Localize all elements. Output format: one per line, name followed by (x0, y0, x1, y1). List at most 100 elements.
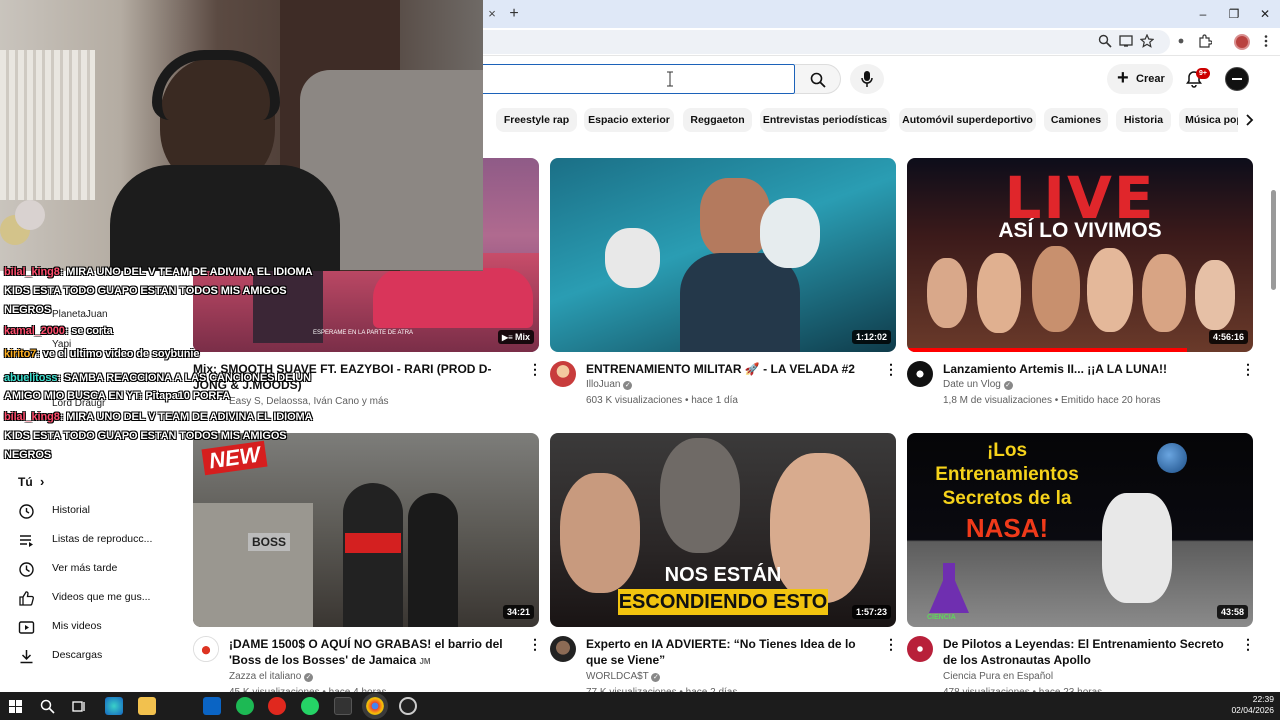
chip-entrevistas[interactable]: Entrevistas periodísticas (760, 108, 890, 132)
channel-avatar[interactable] (550, 361, 576, 387)
text-cursor-icon (667, 71, 673, 87)
chip-reggaeton[interactable]: Reggaeton (683, 108, 752, 132)
sidebar-item-playlists[interactable]: Listas de reproducc... (0, 526, 190, 555)
chat-message: bilal_king8: MIRA UNO DEL V TEAM DE ADIV… (4, 266, 313, 278)
my-videos-icon (18, 619, 35, 636)
flask-icon (929, 563, 969, 613)
address-bar[interactable] (470, 30, 1170, 54)
video-channel[interactable]: Zazza el italiano ✓ (229, 669, 314, 685)
mix-badge: ▶≡ Mix (497, 330, 534, 344)
sidebar-item-label: Listas de reproducc... (52, 533, 153, 545)
video-menu-icon[interactable]: ⋮ (884, 636, 898, 653)
edge-icon[interactable] (105, 697, 123, 715)
chip-historia[interactable]: Historia (1116, 108, 1171, 132)
close-tab-icon[interactable]: × (484, 6, 500, 22)
video-menu-icon[interactable]: ⋮ (884, 361, 898, 378)
chevron-right-icon[interactable] (1238, 108, 1260, 132)
bookmark-star-icon[interactable] (1139, 33, 1155, 50)
video-channel[interactable]: WORLDCA$T ✓ (586, 669, 661, 685)
taskbar-clock[interactable]: 22:39 02/04/2026 (1222, 694, 1274, 716)
video-channel[interactable]: Date un Vlog ✓ (943, 377, 1013, 393)
video-menu-icon[interactable]: ⋮ (528, 361, 542, 378)
taskbar-search-icon[interactable] (40, 699, 55, 719)
zoom-icon[interactable] (1097, 34, 1113, 50)
browser-profile-avatar[interactable] (1234, 34, 1250, 50)
channel-avatar[interactable] (907, 361, 933, 387)
microphone-icon (860, 70, 874, 93)
thumbnail-small-label: CIENCIA (927, 614, 956, 621)
sidebar-item-liked[interactable]: Videos que me gus... (0, 584, 190, 613)
video-menu-icon[interactable]: ⋮ (1241, 636, 1255, 653)
channel-avatar[interactable] (907, 636, 933, 662)
video-meta: 603 K visualizaciones • hace 1 día (586, 395, 738, 406)
subscription-item[interactable]: PlanetaJuan (52, 309, 108, 320)
video-thumbnail[interactable]: BOSS NEW 34:21 (193, 433, 539, 627)
search-button[interactable] (795, 64, 841, 94)
playlist-icon (18, 532, 35, 549)
voice-search-button[interactable] (850, 64, 884, 94)
task-view-icon[interactable] (72, 699, 87, 719)
chip-espacio-exterior[interactable]: Espacio exterior (584, 108, 674, 132)
download-icon (18, 648, 35, 665)
channel-avatar[interactable] (193, 636, 219, 662)
sidebar-item-downloads[interactable]: Descargas (0, 642, 190, 671)
verified-icon: ✓ (304, 673, 314, 682)
cast-icon[interactable] (1118, 34, 1134, 50)
windows-taskbar (0, 692, 1280, 720)
chat-username: kamal_2000 (4, 325, 65, 337)
sidebar-section-title[interactable]: Tú › (18, 474, 44, 489)
page-scrollbar[interactable] (1271, 190, 1276, 290)
obs-icon[interactable] (399, 697, 417, 715)
app-d-icon[interactable] (334, 697, 352, 715)
thumbnail-title-line2: ESCONDIENDO ESTO (618, 589, 828, 615)
outlook-icon[interactable] (203, 697, 221, 715)
video-channel[interactable]: Ciencia Pura en Español (943, 669, 1053, 685)
chat-message: AMIGO MIO BUSCA EN YT: Pitapa10 PORFA (4, 390, 231, 402)
video-channel[interactable]: Easy S, Delaossa, Iván Cano y más (229, 394, 389, 410)
video-title[interactable]: Experto en IA ADVIERTE: “No Tienes Idea … (586, 636, 876, 668)
video-menu-icon[interactable]: ⋮ (1241, 361, 1255, 378)
video-thumbnail[interactable]: NOS ESTÁN ESCONDIENDO ESTO 1:57:23 (550, 433, 896, 627)
chrome-icon[interactable] (362, 693, 388, 719)
video-duration: 1:57:23 (851, 605, 891, 619)
thumbnail-subtitle: ASÍ LO VIVIMOS (998, 219, 1162, 242)
video-menu-icon[interactable]: ⋮ (528, 636, 542, 653)
chip-camiones[interactable]: Camiones (1044, 108, 1108, 132)
sidebar-item-watch-later[interactable]: Ver más tarde (0, 555, 190, 584)
opera-icon[interactable] (268, 697, 286, 715)
video-thumbnail[interactable]: ¡Los Entrenamientos Secretos de la NASA!… (907, 433, 1253, 627)
thumbnail-title-line1: ¡Los (986, 440, 1028, 461)
video-duration: 43:58 (1216, 605, 1248, 619)
extension-dot-icon[interactable] (1173, 34, 1189, 50)
verified-icon: ✓ (1003, 381, 1013, 390)
browser-menu-icon[interactable] (1258, 34, 1274, 50)
minimize-button[interactable]: – (1188, 4, 1218, 24)
file-explorer-icon[interactable] (138, 697, 156, 715)
video-title[interactable]: De Pilotos a Leyendas: El Entrenamiento … (943, 636, 1238, 668)
new-tab-button[interactable]: + (505, 5, 523, 23)
chip-freestyle-rap[interactable]: Freestyle rap (496, 108, 577, 132)
spotify-icon[interactable] (236, 697, 254, 715)
close-window-button[interactable]: ✕ (1250, 4, 1280, 24)
video-title[interactable]: ¡DAME 1500$ O AQUÍ NO GRABAS! el barrio … (229, 636, 519, 670)
sidebar-item-historial[interactable]: Historial (0, 497, 190, 526)
thumbnail-title-line2: Entrenamientos (935, 464, 1079, 485)
video-title[interactable]: ENTRENAMIENTO MILITAR 🚀 - LA VELADA #2 (586, 361, 876, 377)
extensions-puzzle-icon[interactable] (1197, 34, 1213, 50)
watch-progress-bar (907, 348, 1187, 352)
search-input[interactable] (460, 64, 795, 94)
video-channel[interactable]: IlloJuan ✓ (586, 377, 633, 393)
sidebar-item-my-videos[interactable]: Mis videos (0, 613, 190, 642)
video-thumbnail[interactable]: LIVE ASÍ LO VIVIMOS 4:56:16 (907, 158, 1253, 352)
video-title[interactable]: Lanzamiento Artemis II... ¡¡A LA LUNA!! (943, 361, 1233, 377)
notifications-badge: 9+ (1196, 68, 1210, 79)
windows-start-icon[interactable] (9, 700, 22, 718)
verified-icon: ✓ (623, 381, 633, 390)
video-thumbnail[interactable]: 1:12:02 (550, 158, 896, 352)
account-avatar[interactable] (1225, 67, 1249, 91)
restore-button[interactable]: ❐ (1219, 4, 1249, 24)
channel-avatar[interactable] (550, 636, 576, 662)
whatsapp-icon[interactable] (301, 697, 319, 715)
thumbnail-title-line3: Secretos de la (942, 488, 1072, 509)
chip-automovil[interactable]: Automóvil superdeportivo (899, 108, 1036, 132)
